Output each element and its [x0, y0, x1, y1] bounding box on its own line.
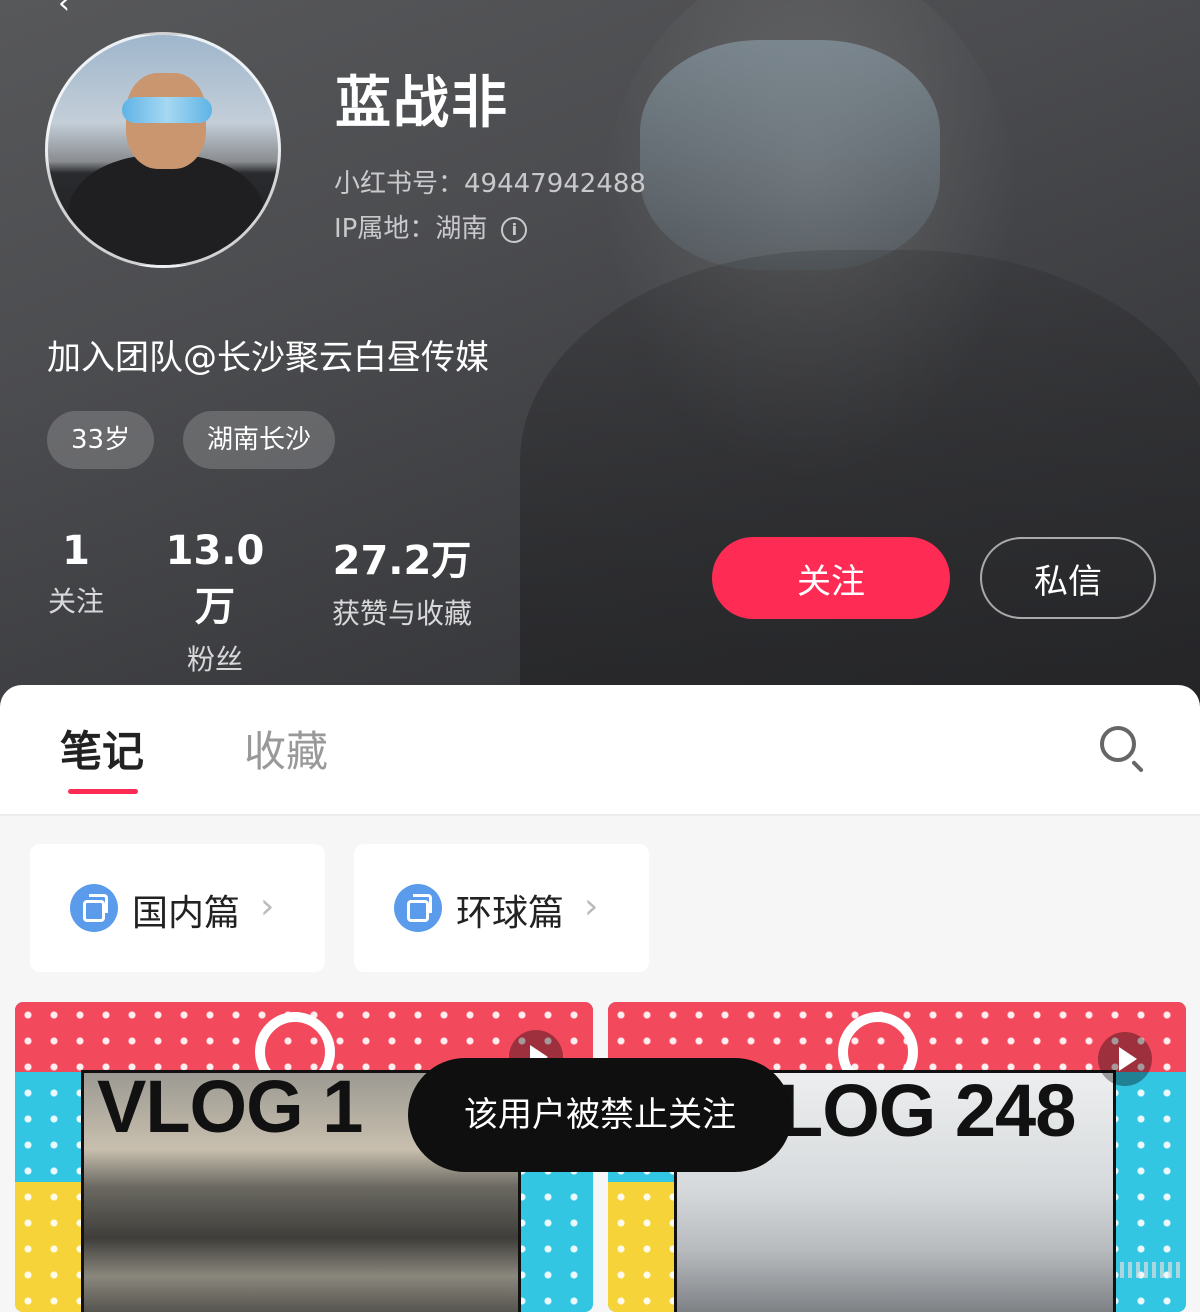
home-indicator	[1120, 1262, 1180, 1278]
note-cover-title: LOG 248	[778, 1069, 1076, 1152]
toast-message: 该用户被禁止关注	[408, 1058, 792, 1172]
play-icon	[1098, 1032, 1152, 1086]
info-icon[interactable]: i	[501, 216, 528, 243]
tab-collections[interactable]: 收藏	[244, 718, 328, 779]
chevron-right-icon: ›	[260, 886, 275, 927]
account-id: 小红书号：49447942488	[334, 169, 646, 199]
collection-global[interactable]: 环球篇 ›	[354, 844, 649, 972]
message-button[interactable]: 私信	[980, 537, 1156, 619]
profile-name: 蓝战非	[335, 71, 509, 136]
profile-bio: 加入团队@长沙聚云白昼传媒	[47, 338, 489, 378]
search-icon[interactable]	[1100, 726, 1136, 762]
stat-following[interactable]: 1 关注	[40, 528, 112, 620]
avatar[interactable]	[45, 32, 281, 268]
note-cover-title: VLOG 1	[97, 1065, 363, 1148]
tab-notes[interactable]: 笔记	[60, 718, 144, 779]
collection-domestic[interactable]: 国内篇 ›	[30, 844, 325, 972]
collection-icon	[394, 884, 442, 932]
ip-location: IP属地：湖南 i	[334, 208, 528, 245]
background-photo-jacket	[520, 250, 1200, 720]
follow-button[interactable]: 关注	[712, 537, 950, 619]
stat-followers[interactable]: 13.0万 粉丝	[150, 528, 280, 678]
tag-age: 33岁	[47, 411, 155, 469]
collection-icon	[70, 884, 118, 932]
chevron-right-icon: ›	[584, 886, 599, 927]
back-icon[interactable]: ‹	[58, 0, 70, 21]
stat-likes-collects[interactable]: 27.2万 获赞与收藏	[318, 528, 486, 632]
tag-location: 湖南长沙	[183, 411, 336, 469]
active-tab-indicator	[68, 789, 138, 794]
background-photo-mask	[640, 40, 940, 270]
